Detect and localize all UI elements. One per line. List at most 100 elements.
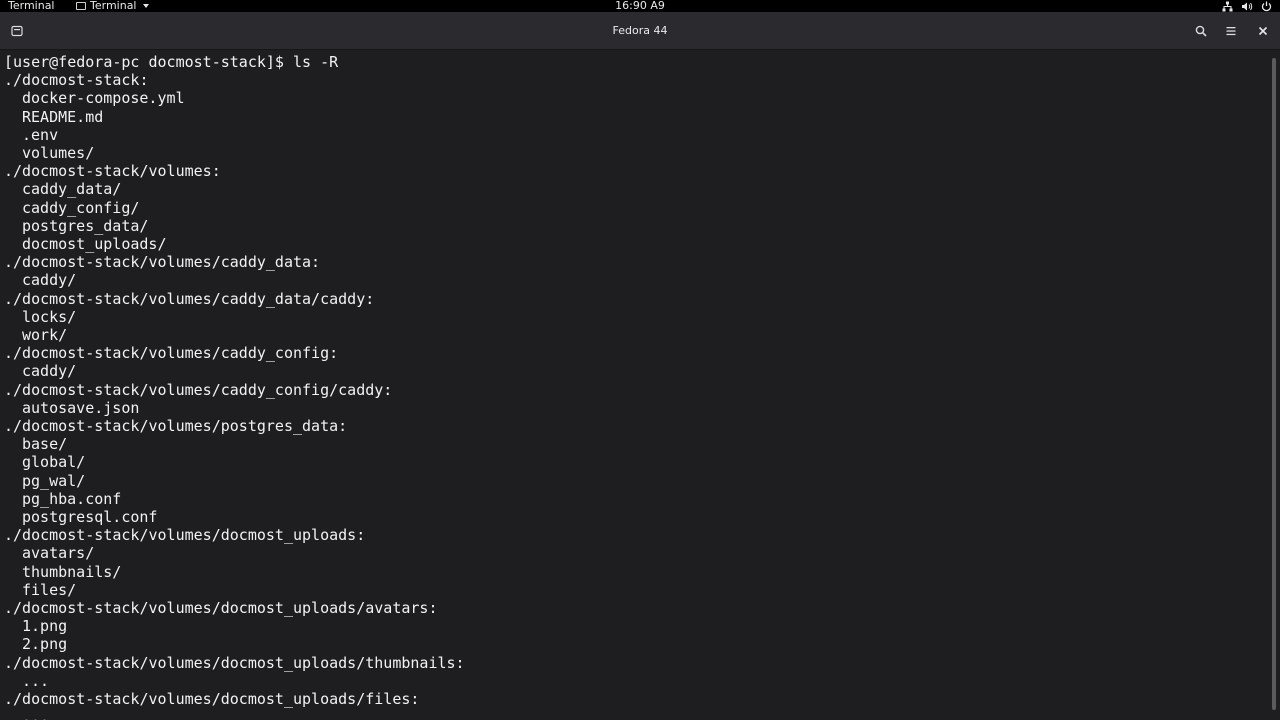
line-text: caddy/ xyxy=(22,271,77,290)
output-line: locks/ xyxy=(22,308,76,326)
header-bar[interactable]: Fedora 44 xyxy=(0,12,1280,50)
clock-container: 16:90 A9 xyxy=(0,0,1280,12)
terminal-app-icon xyxy=(76,2,86,10)
output-line: ... xyxy=(22,708,49,720)
line-text: pg_wal/ xyxy=(22,471,86,490)
line-text: docker-compose.yml xyxy=(22,89,185,108)
output-line: caddy_config/ xyxy=(22,199,139,217)
output-line: ./docmost-stack/volumes/caddy_data/caddy… xyxy=(4,290,374,308)
output-line: ... xyxy=(22,672,49,690)
output-line: ./docmost-stack/volumes/caddy_data: xyxy=(4,253,320,271)
output-line: docmost_uploads/ xyxy=(22,235,167,253)
activities-button[interactable]: Terminal xyxy=(8,0,55,12)
terminal-window: Fedora 44 [user@fedora-pc docmost-stack]… xyxy=(0,12,1280,720)
scrollbar[interactable] xyxy=(1268,50,1280,720)
line-text: base/ xyxy=(22,435,68,454)
output-line: .env xyxy=(22,126,58,144)
line-text: pg_hba.conf xyxy=(22,489,122,508)
chevron-down-icon xyxy=(142,4,149,8)
line-text: ./docmost-stack/volumes/docmost_uploads: xyxy=(4,526,366,545)
line-text: global/ xyxy=(22,453,86,472)
output-line: ./docmost-stack/volumes/docmost_uploads/… xyxy=(4,599,437,617)
window-title: Fedora 44 xyxy=(612,24,668,37)
output-line: docker-compose.yml xyxy=(22,89,185,107)
line-text: ./docmost-stack/volumes/docmost_uploads/… xyxy=(4,653,465,672)
new-tab-icon xyxy=(11,25,23,37)
new-tab-button[interactable] xyxy=(8,22,26,40)
line-text: ./docmost-stack/volumes/postgres_data: xyxy=(4,417,348,435)
output-line: base/ xyxy=(22,435,67,453)
output-line: autosave.json xyxy=(22,399,139,417)
close-icon xyxy=(1258,26,1268,36)
output-line: ./docmost-stack/volumes: xyxy=(4,162,221,180)
line-text: .env xyxy=(22,125,59,144)
output-line: caddy/ xyxy=(22,271,76,289)
output-line: thumbnails/ xyxy=(22,563,121,581)
line-text: ./docmost-stack/volumes/docmost_uploads/… xyxy=(4,599,438,617)
line-text: ./docmost-stack/volumes/caddy_data/caddy… xyxy=(4,289,375,308)
line-text: volumes/ xyxy=(22,144,95,162)
activities-label: Terminal xyxy=(8,0,55,12)
output-line: ./docmost-stack/volumes/postgres_data: xyxy=(4,417,347,435)
line-text: postgres_data/ xyxy=(22,216,149,235)
search-button[interactable] xyxy=(1192,22,1210,40)
search-icon xyxy=(1195,25,1207,37)
line-text: ... xyxy=(22,671,50,690)
scrollbar-thumb[interactable] xyxy=(1272,58,1276,710)
output-line: ./docmost-stack/volumes/docmost_uploads: xyxy=(4,526,365,544)
line-text: caddy/ xyxy=(22,362,77,381)
output-line: postgresql.conf xyxy=(22,508,157,526)
output-line: ./docmost-stack/volumes/caddy_config/cad… xyxy=(4,381,392,399)
output-line: global/ xyxy=(22,453,85,471)
top-bar: Terminal Terminal 16:90 A9 xyxy=(0,0,1280,12)
window-title-container: Fedora 44 xyxy=(0,12,1280,50)
line-text: ./docmost-stack: xyxy=(4,71,149,90)
output-line: files/ xyxy=(22,581,76,599)
line-text: ./docmost-stack/volumes/caddy_config: xyxy=(4,344,339,363)
output-line: work/ xyxy=(22,326,67,344)
line-text: files/ xyxy=(22,580,77,599)
hamburger-menu-icon xyxy=(1225,25,1237,37)
line-text: ./docmost-stack/volumes/caddy_data: xyxy=(4,253,321,272)
main-menu-button[interactable] xyxy=(1222,22,1240,40)
line-text: 2.png xyxy=(22,635,68,654)
output-line: caddy_data/ xyxy=(22,180,121,198)
line-text: 1.png xyxy=(22,617,68,636)
output-line: postgres_data/ xyxy=(22,217,148,235)
line-text: README.md xyxy=(22,107,104,126)
line-text: caddy_config/ xyxy=(22,198,140,217)
line-text: autosave.json xyxy=(22,398,140,417)
output-line: 1.png xyxy=(22,617,67,635)
line-text: work/ xyxy=(22,326,68,344)
terminal-output[interactable]: [user@fedora-pc docmost-stack]$ ls -R ./d… xyxy=(0,50,1268,720)
power-icon xyxy=(1261,1,1272,12)
clock[interactable]: 16:90 A9 xyxy=(615,0,665,12)
command-line: [user@fedora-pc docmost-stack]$ ls -R xyxy=(4,53,338,71)
output-line: ./docmost-stack/volumes/docmost_uploads/… xyxy=(4,654,465,672)
line-text: postgresql.conf xyxy=(22,508,158,526)
output-line: ./docmost-stack/volumes/caddy_config: xyxy=(4,344,338,362)
line-text: ./docmost-stack/volumes: xyxy=(4,162,221,181)
line-text: caddy_data/ xyxy=(22,180,122,199)
line-text: ./docmost-stack/volumes/caddy_config/cad… xyxy=(4,380,393,399)
volume-icon xyxy=(1241,1,1253,12)
app-menu-label: Terminal xyxy=(90,0,137,12)
line-text: ./docmost-stack/volumes/docmost_uploads/… xyxy=(4,690,420,708)
line-text: locks/ xyxy=(22,307,77,326)
output-line: 2.png xyxy=(22,635,67,653)
system-tray[interactable] xyxy=(1222,0,1272,12)
output-line: ./docmost-stack/volumes/docmost_uploads/… xyxy=(4,690,419,708)
output-line: ./docmost-stack: xyxy=(4,71,149,89)
app-menu-button[interactable]: Terminal xyxy=(76,0,149,12)
line-text: ... xyxy=(22,708,50,720)
network-icon xyxy=(1222,1,1233,12)
output-line: pg_hba.conf xyxy=(22,490,121,508)
output-line: volumes/ xyxy=(22,144,94,162)
output-line: avatars/ xyxy=(22,544,94,562)
close-button[interactable] xyxy=(1254,22,1272,40)
output-line: caddy/ xyxy=(22,362,76,380)
output-line: pg_wal/ xyxy=(22,472,85,490)
output-line: README.md xyxy=(22,108,103,126)
line-text: docmost_uploads/ xyxy=(22,235,167,253)
line-text: avatars/ xyxy=(22,544,95,563)
